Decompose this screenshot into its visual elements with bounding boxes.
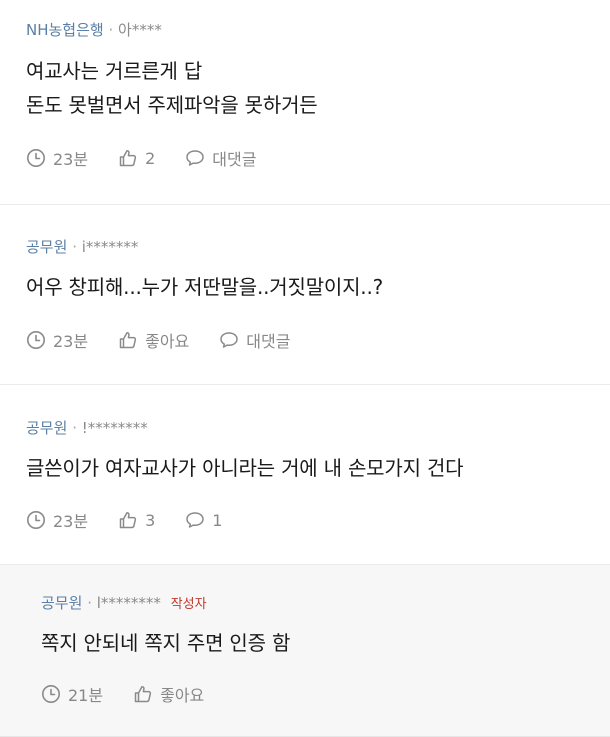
- company-name[interactable]: 공무원: [26, 419, 67, 437]
- time-label: 23분: [53, 332, 89, 351]
- thumbs-up-icon: [119, 150, 137, 167]
- like-label: 좋아요: [160, 686, 205, 705]
- comment-actions: 23분 2 대댓글: [26, 147, 286, 169]
- comment-body: 어우 창피해...누가 저딴말을..거짓말이지..?: [26, 270, 383, 304]
- comment-item: 공무원 · !******** 글쓴이가 여자교사가 아니라는 거에 내 손모가…: [0, 385, 610, 565]
- reply-label: 대댓글: [212, 150, 257, 169]
- reply-label: 1: [212, 510, 223, 530]
- reply-body: 쪽지 안되네 쪽지 주면 인증 함: [41, 626, 290, 660]
- time-label: 23분: [53, 150, 89, 169]
- company-name[interactable]: 공무원: [41, 594, 82, 612]
- nickname[interactable]: !********: [82, 419, 148, 437]
- meta-separator: ·: [87, 594, 92, 612]
- reply-meta: 공무원 · l******** 작성자: [41, 593, 207, 615]
- time-stat: 23분: [26, 328, 88, 352]
- thumbs-up-icon: [119, 512, 137, 529]
- time-stat: 21분: [41, 682, 103, 706]
- nickname[interactable]: i*******: [82, 238, 139, 256]
- comment-meta: 공무원 · i*******: [26, 237, 138, 257]
- meta-separator: ·: [72, 238, 77, 256]
- meta-separator: ·: [108, 21, 114, 39]
- speech-bubble-icon: [220, 332, 239, 348]
- reply-button[interactable]: 1: [185, 510, 222, 530]
- like-button[interactable]: 좋아요: [133, 682, 204, 706]
- nickname[interactable]: l********: [97, 594, 161, 612]
- reply-button[interactable]: 대댓글: [185, 146, 256, 170]
- comment-actions: 23분 좋아요 대댓글: [26, 329, 320, 351]
- like-label: 3: [145, 510, 156, 530]
- time-stat: 23분: [26, 146, 88, 170]
- like-button[interactable]: 좋아요: [118, 328, 189, 352]
- comment-line: 어우 창피해...누가 저딴말을..거짓말이지..?: [26, 275, 384, 299]
- comment-line: 글쓴이가 여자교사가 아니라는 거에 내 손모가지 건다: [26, 456, 464, 480]
- comment-line: 돈도 못벌면서 주제파악을 못하거든: [26, 93, 318, 117]
- comment-line: 쪽지 안되네 쪽지 주면 인증 함: [41, 631, 291, 655]
- company-name[interactable]: NH농협은행: [26, 21, 104, 39]
- nickname[interactable]: 아****: [118, 21, 162, 39]
- clock-icon: [27, 149, 45, 167]
- time-stat: 23분: [26, 508, 88, 532]
- time-label: 21분: [68, 686, 104, 705]
- clock-icon: [27, 511, 45, 529]
- comment-item: NH농협은행 · 아**** 여교사는 거르른게 답 돈도 못벌면서 주제파악을…: [0, 0, 610, 205]
- speech-bubble-icon: [186, 150, 205, 166]
- clock-icon: [42, 685, 60, 703]
- speech-bubble-icon: [186, 512, 205, 528]
- like-button[interactable]: 3: [118, 510, 155, 530]
- time-label: 23분: [53, 512, 89, 531]
- thumbs-up-icon: [119, 332, 137, 349]
- comment-actions: 23분 3 1: [26, 509, 252, 531]
- reply-label: 대댓글: [246, 332, 291, 351]
- reply-button[interactable]: 대댓글: [219, 328, 290, 352]
- clock-icon: [27, 331, 45, 349]
- comment-body: 여교사는 거르른게 답 돈도 못벌면서 주제파악을 못하거든: [26, 54, 318, 122]
- reply-actions: 21분 좋아요: [41, 683, 234, 705]
- comment-line: 여교사는 거르른게 답: [26, 59, 203, 83]
- like-button[interactable]: 2: [118, 148, 155, 168]
- comment-meta: NH농협은행 · 아****: [26, 20, 162, 40]
- company-name[interactable]: 공무원: [26, 238, 67, 256]
- like-label: 좋아요: [145, 332, 190, 351]
- reply-item: 공무원 · l******** 작성자 쪽지 안되네 쪽지 주면 인증 함 21…: [0, 565, 610, 737]
- meta-separator: ·: [72, 419, 77, 437]
- comment-meta: 공무원 · !********: [26, 418, 148, 438]
- author-badge: 작성자: [170, 597, 207, 612]
- like-label: 2: [145, 148, 156, 168]
- comment-body: 글쓴이가 여자교사가 아니라는 거에 내 손모가지 건다: [26, 451, 464, 485]
- thumbs-up-icon: [134, 686, 152, 703]
- comment-item: 공무원 · i******* 어우 창피해...누가 저딴말을..거짓말이지..…: [0, 205, 610, 385]
